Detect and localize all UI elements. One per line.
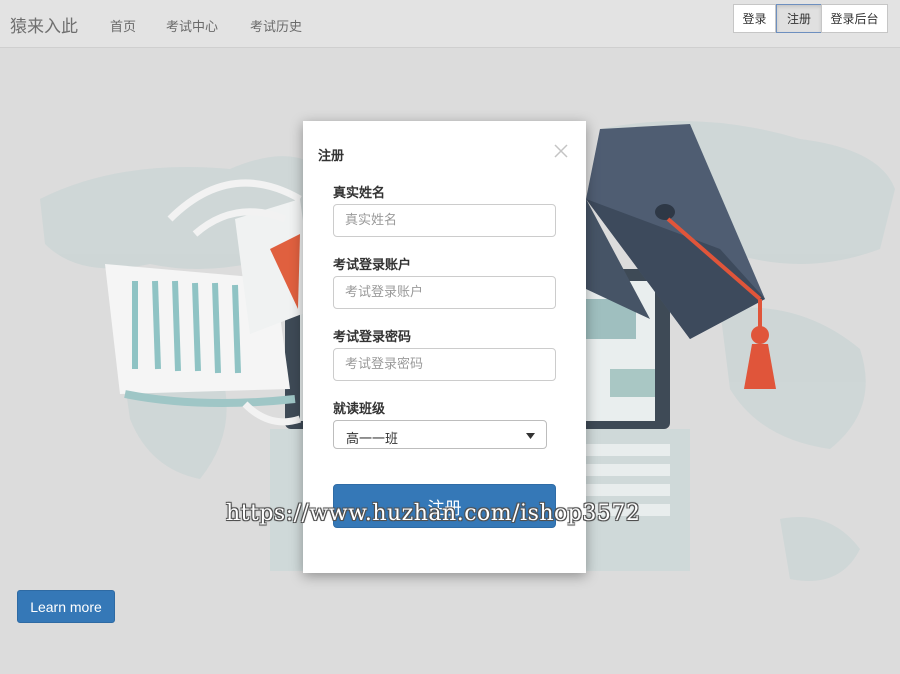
register-button[interactable]: 注册 [776, 4, 822, 33]
nav-link-exam-history[interactable]: 考试历史 [250, 16, 302, 35]
register-modal: 注册 真实姓名 考试登录账户 考试登录密码 就读班级 高一一班 注册 [303, 121, 586, 573]
modal-title: 注册 [318, 149, 345, 164]
class-select[interactable]: 高一一班 [333, 420, 547, 449]
class-label: 就读班级 [333, 402, 386, 417]
login-button[interactable]: 登录 [733, 4, 776, 33]
nav-link-exam-center[interactable]: 考试中心 [166, 16, 218, 35]
password-label: 考试登录密码 [333, 330, 412, 345]
password-input[interactable] [333, 348, 556, 381]
nav-link-home[interactable]: 首页 [110, 16, 136, 35]
account-label: 考试登录账户 [333, 258, 412, 273]
caret-down-icon [526, 433, 535, 439]
submit-register-button[interactable]: 注册 [333, 484, 556, 528]
site-brand[interactable]: 猿来入此 [10, 12, 78, 37]
admin-login-button[interactable]: 登录后台 [821, 4, 888, 33]
top-navbar: 猿来入此 首页 考试中心 考试历史 登录 注册 登录后台 [0, 0, 900, 48]
real-name-input[interactable] [333, 204, 556, 237]
real-name-label: 真实姓名 [333, 186, 386, 201]
class-select-value: 高一一班 [346, 432, 399, 447]
learn-more-button[interactable]: Learn more [17, 590, 115, 623]
close-icon[interactable] [553, 143, 569, 159]
account-input[interactable] [333, 276, 556, 309]
